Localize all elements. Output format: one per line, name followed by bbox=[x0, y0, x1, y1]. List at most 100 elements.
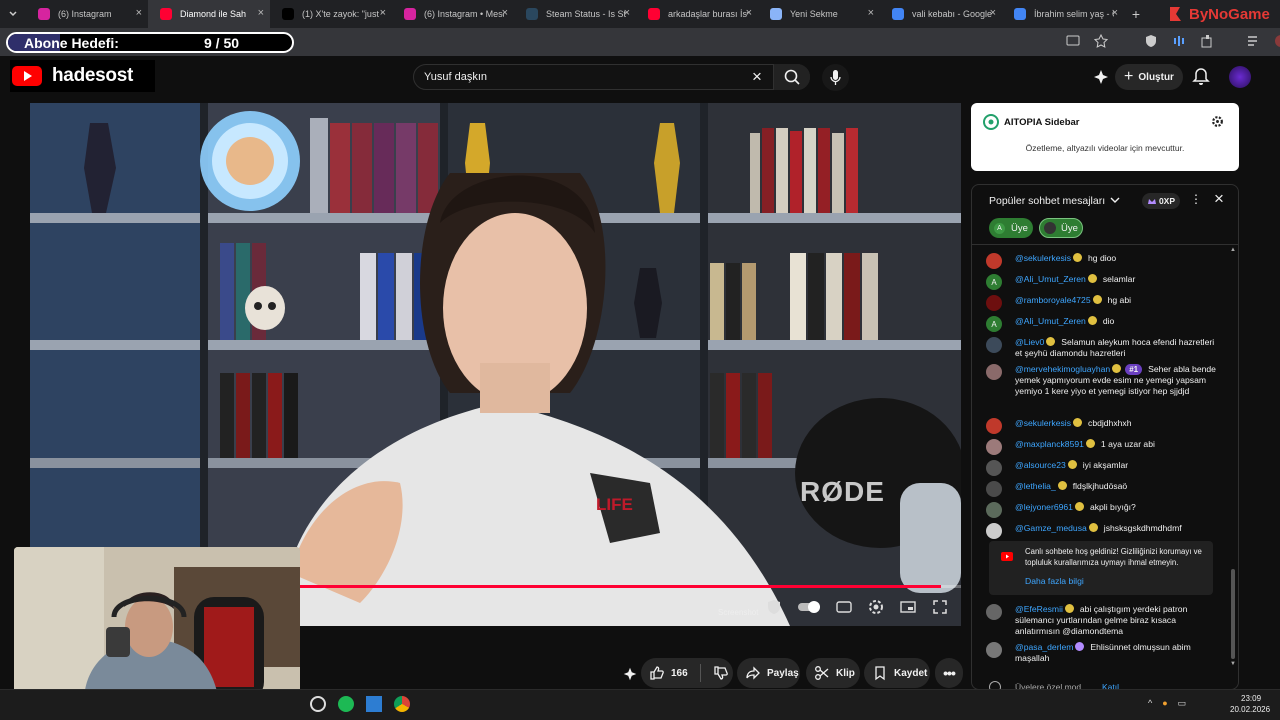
sound-wave-icon[interactable] bbox=[1172, 34, 1186, 48]
settings-icon[interactable] bbox=[867, 598, 885, 616]
browser-tab[interactable]: Steam Status - Is Stea× bbox=[514, 0, 636, 28]
dislike-icon[interactable] bbox=[713, 665, 729, 681]
tab-close-icon[interactable]: × bbox=[624, 7, 630, 19]
extensions-icon[interactable] bbox=[1200, 34, 1214, 48]
more-actions-button[interactable]: ••• bbox=[935, 658, 963, 688]
save-button[interactable]: Kaydet bbox=[864, 658, 930, 688]
browser-tab[interactable]: (6) Instagram × bbox=[26, 0, 148, 28]
chat-message[interactable]: @sekulerkesis hg dioo bbox=[986, 253, 1216, 269]
cast-icon[interactable] bbox=[1066, 34, 1080, 48]
points-badge[interactable]: 0XP bbox=[1142, 193, 1180, 209]
chat-username[interactable]: @sekulerkesis bbox=[1015, 418, 1071, 428]
account-avatar[interactable] bbox=[1229, 66, 1251, 88]
chat-username[interactable]: @EfeResmii bbox=[1015, 604, 1063, 614]
chat-username[interactable]: @maxplanck8591 bbox=[1015, 439, 1084, 449]
chat-username[interactable]: @Ali_Umut_Zeren bbox=[1015, 274, 1086, 284]
search-input[interactable]: Yusuf daşkın bbox=[424, 71, 487, 83]
browser-tab[interactable]: (1) X'te zayok: "just w × bbox=[270, 0, 392, 28]
chat-message[interactable]: @EfeResmii abi çalıştıgım yerdeki patron … bbox=[986, 604, 1216, 637]
voice-search-button[interactable] bbox=[822, 64, 849, 91]
tray-chevron-icon[interactable]: ^ bbox=[1148, 698, 1152, 709]
chat-more-icon[interactable]: ⋮ bbox=[1190, 192, 1202, 206]
miniplayer-icon[interactable] bbox=[899, 598, 917, 616]
chat-message[interactable]: @lejyoner6961 akpli bıyığı? bbox=[986, 502, 1216, 518]
search-button[interactable] bbox=[773, 64, 810, 90]
tab-close-icon[interactable]: × bbox=[502, 7, 508, 19]
shield-icon[interactable] bbox=[1144, 34, 1158, 48]
chat-username[interactable]: @sekulerkesis bbox=[1015, 253, 1071, 263]
taskbar-app-icon[interactable] bbox=[310, 696, 326, 712]
tab-close-icon[interactable]: × bbox=[1112, 7, 1118, 19]
chat-scrollbar[interactable]: ▲ ▼ bbox=[1230, 247, 1236, 667]
chat-message[interactable]: @mervehekimogluayhan #1 Seher abla bende y… bbox=[986, 364, 1216, 397]
chat-message[interactable]: @Liev0 Selamun aleykum hoca efendi hazret… bbox=[986, 337, 1216, 359]
chrome-icon[interactable] bbox=[394, 696, 410, 712]
chat-message[interactable]: @pasa_derlem Ehlisünnet olmuşsun abim maş… bbox=[986, 642, 1216, 664]
filter-chip-member[interactable]: A Üye bbox=[989, 218, 1033, 238]
playlist-icon[interactable] bbox=[1246, 34, 1260, 48]
ai-sparkle-icon[interactable] bbox=[1092, 68, 1110, 86]
spotify-icon[interactable] bbox=[338, 696, 354, 712]
new-tab-button[interactable]: + bbox=[1124, 6, 1148, 22]
like-icon[interactable] bbox=[649, 665, 665, 681]
network-icon[interactable]: ▭ bbox=[1178, 698, 1187, 709]
chat-username[interactable]: @Ali_Umut_Zeren bbox=[1015, 316, 1086, 326]
bookmark-star-icon[interactable] bbox=[1094, 34, 1108, 48]
screenshot-shield-icon[interactable] bbox=[765, 598, 783, 616]
chat-message[interactable]: @alsource23 iyi akşamlar bbox=[986, 460, 1216, 476]
search-bar[interactable]: Yusuf daşkın × bbox=[413, 64, 810, 90]
browser-tab[interactable]: vali kebabı - Google × bbox=[880, 0, 1002, 28]
store-icon[interactable] bbox=[366, 696, 382, 712]
tab-close-icon[interactable]: × bbox=[136, 7, 142, 19]
notice-link[interactable]: Daha fazla bilgi bbox=[1025, 576, 1084, 586]
chat-text: akpli bıyığı? bbox=[1089, 502, 1136, 512]
chat-message[interactable]: @Gamze_medusa jshsksgskdhmdhdmf bbox=[986, 523, 1216, 539]
chat-mode-selector[interactable]: Popüler sohbet mesajları bbox=[989, 195, 1120, 207]
youtube-logo[interactable]: hadesost bbox=[10, 60, 155, 92]
subtitles-icon[interactable] bbox=[835, 598, 853, 616]
fullscreen-icon[interactable] bbox=[931, 598, 949, 616]
chat-username[interactable]: @alsource23 bbox=[1015, 460, 1066, 470]
share-button[interactable]: Paylaş bbox=[737, 658, 800, 688]
chat-username[interactable]: @lethelia_ bbox=[1015, 481, 1056, 491]
filter-chip-member-2[interactable]: Üye bbox=[1039, 218, 1083, 238]
tab-close-icon[interactable]: × bbox=[258, 7, 264, 19]
clip-button[interactable]: Klip bbox=[806, 658, 860, 688]
tab-close-icon[interactable]: × bbox=[380, 7, 386, 19]
clock-time[interactable]: 23:09 bbox=[1241, 694, 1261, 703]
create-button[interactable]: + Oluştur bbox=[1115, 64, 1183, 90]
chat-close-icon[interactable]: × bbox=[1214, 189, 1224, 209]
chat-message[interactable]: @sekulerkesis cbdjdhxhxh bbox=[986, 418, 1216, 434]
mic-tray-icon[interactable]: ● bbox=[1162, 698, 1167, 709]
profile-icon[interactable] bbox=[1274, 34, 1280, 48]
chat-username[interactable]: @Liev0 bbox=[1015, 337, 1044, 347]
chat-username[interactable]: @ramboroyale4725 bbox=[1015, 295, 1091, 305]
tab-close-icon[interactable]: × bbox=[990, 7, 996, 19]
notification-bell-icon[interactable] bbox=[1192, 67, 1210, 87]
clock-date[interactable]: 20.02.2026 bbox=[1230, 705, 1270, 714]
tab-close-icon[interactable]: × bbox=[746, 7, 752, 19]
browser-tab[interactable]: Yeni Sekme × bbox=[758, 0, 880, 28]
browser-tab[interactable]: Diamond ile Sah × bbox=[148, 0, 270, 28]
chat-message[interactable]: @lethelia_ fldşlkjhudösaö bbox=[986, 481, 1216, 497]
autoplay-toggle-icon[interactable] bbox=[797, 600, 821, 614]
chat-message[interactable]: A @Ali_Umut_Zeren dio bbox=[986, 316, 1216, 332]
tab-close-icon[interactable]: × bbox=[868, 7, 874, 19]
chat-username[interactable]: @mervehekimogluayhan bbox=[1015, 364, 1110, 374]
ai-sparkle-action-icon[interactable] bbox=[622, 666, 638, 682]
scissors-icon bbox=[815, 666, 829, 680]
browser-tab[interactable]: arkadaşlar burası İsvi × bbox=[636, 0, 758, 28]
tab-search-button[interactable] bbox=[0, 0, 26, 28]
chat-username[interactable]: @lejyoner6961 bbox=[1015, 502, 1073, 512]
browser-tab[interactable]: İbrahim selim yaş - G × bbox=[1002, 0, 1124, 28]
chat-username[interactable]: @Gamze_medusa bbox=[1015, 523, 1087, 533]
chat-message[interactable]: A @Ali_Umut_Zeren selamlar bbox=[986, 274, 1216, 290]
chat-message[interactable]: @ramboroyale4725 hg abi bbox=[986, 295, 1216, 311]
aitopia-settings-icon[interactable] bbox=[1211, 115, 1224, 128]
chat-message[interactable]: @maxplanck8591 1 aya uzar abi bbox=[986, 439, 1216, 455]
clear-search-icon[interactable]: × bbox=[752, 67, 762, 87]
video-progress-track[interactable] bbox=[300, 585, 961, 588]
browser-tab[interactable]: (6) Instagram • Mesaj × bbox=[392, 0, 514, 28]
chat-username[interactable]: @pasa_derlem bbox=[1015, 642, 1073, 652]
scroll-thumb[interactable] bbox=[1231, 569, 1235, 659]
